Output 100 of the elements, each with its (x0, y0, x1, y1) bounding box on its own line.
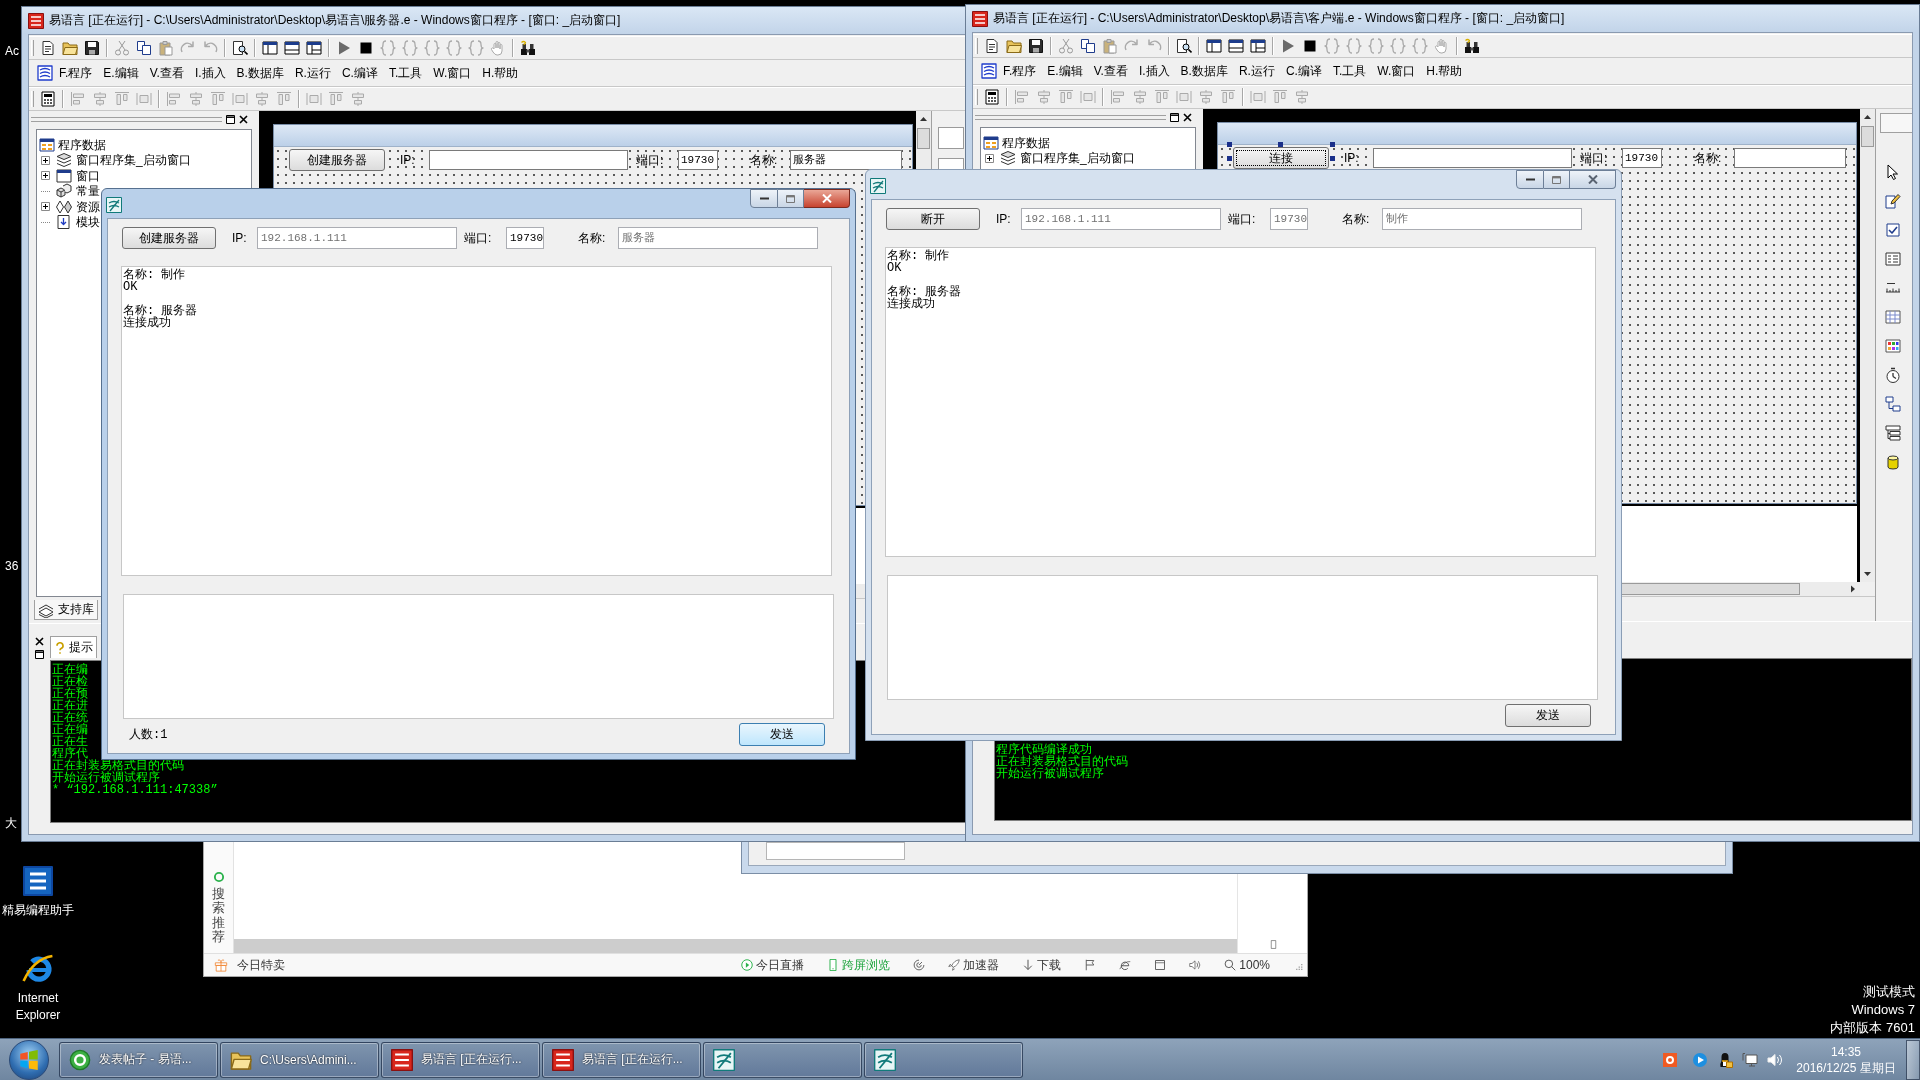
send-button[interactable]: 发送 (1505, 704, 1591, 727)
tree-item[interactable]: 程序数据 (58, 137, 106, 152)
flag-icon[interactable] (1084, 959, 1097, 971)
align-left-icon[interactable] (1014, 89, 1030, 105)
taskbar-item[interactable] (703, 1041, 862, 1078)
braces-icon[interactable] (1324, 38, 1340, 54)
align-top-icon[interactable] (1220, 89, 1236, 105)
text-field[interactable] (429, 150, 628, 170)
menu-item[interactable]: B.数据库 (236, 64, 284, 82)
form-button[interactable]: 连接 (1233, 147, 1329, 169)
layers-icon[interactable] (1000, 150, 1016, 167)
braces-icon[interactable] (402, 40, 418, 56)
message-field[interactable] (887, 575, 1598, 700)
braces-icon[interactable] (1346, 38, 1362, 54)
taskbar-item[interactable] (864, 1041, 1023, 1078)
binoculars-icon[interactable] (520, 40, 536, 56)
braces-icon[interactable] (424, 40, 440, 56)
hand-icon[interactable] (490, 40, 506, 56)
align-center-icon[interactable] (254, 91, 270, 107)
table-icon[interactable] (39, 136, 55, 153)
show-desktop-button[interactable] (1906, 1039, 1920, 1080)
text-field[interactable]: 服务器 (790, 150, 902, 170)
align-left-icon[interactable] (70, 91, 86, 107)
text-field[interactable]: 19730 (1622, 148, 1662, 168)
menu-item[interactable]: F.程序 (59, 64, 93, 82)
layout-icon[interactable] (262, 40, 278, 56)
plus-box-icon[interactable] (41, 202, 50, 212)
align-center-icon[interactable] (1294, 89, 1310, 105)
align-center-icon[interactable] (188, 91, 204, 107)
scissors-icon[interactable] (1058, 38, 1074, 54)
spacing-icon[interactable] (1250, 89, 1266, 105)
ring-icon[interactable] (212, 871, 225, 883)
restore-icon[interactable] (35, 650, 44, 659)
tree-list-icon[interactable] (1885, 425, 1901, 441)
text-field[interactable] (1373, 148, 1572, 168)
braces-icon[interactable] (1368, 38, 1384, 54)
horizontal-scrollbar[interactable] (234, 939, 1237, 953)
monitor-icon[interactable] (1742, 1051, 1758, 1068)
menu-item[interactable]: W.窗口 (433, 64, 472, 82)
taskbar-item[interactable]: 发表帖子 - 易语... (59, 1041, 218, 1078)
plus-box-icon[interactable] (41, 171, 50, 181)
menu-item[interactable]: B.数据库 (1180, 62, 1228, 80)
binoculars-icon[interactable] (1464, 38, 1480, 54)
start-button[interactable] (9, 1039, 49, 1080)
magnifier-page-icon[interactable] (1176, 38, 1192, 54)
list-icon[interactable] (1885, 251, 1901, 267)
save-icon[interactable] (1028, 38, 1044, 54)
close-button[interactable] (804, 189, 850, 208)
log-field[interactable]: 名称: 制作 OK 名称: 服务器 连接成功 (121, 266, 832, 576)
panel-tab[interactable]: 提示 (50, 636, 97, 658)
spacing-icon[interactable] (1176, 89, 1192, 105)
table-icon[interactable] (983, 134, 999, 151)
app-logo-icon[interactable] (37, 65, 53, 81)
magnifier-page-icon[interactable] (232, 40, 248, 56)
send-button[interactable]: 发送 (739, 723, 825, 746)
spacing-icon[interactable] (1080, 89, 1096, 105)
action-button[interactable]: 创建服务器 (122, 227, 216, 249)
desktop-icon-label[interactable]: Internet Explorer (8, 990, 68, 1024)
minimize-button[interactable] (750, 189, 778, 208)
align-center-icon[interactable] (350, 91, 366, 107)
menu-item[interactable]: C.编译 (1285, 62, 1322, 80)
sidebar-label[interactable]: 搜索推荐 (212, 887, 225, 945)
layout-icon[interactable] (306, 40, 322, 56)
cursor-icon[interactable] (1885, 164, 1901, 180)
restore-icon[interactable] (1170, 112, 1179, 122)
pencil-icon[interactable] (1885, 193, 1901, 209)
braces-icon[interactable] (380, 40, 396, 56)
align-top-icon[interactable] (1058, 89, 1074, 105)
stopwatch-icon[interactable] (1885, 367, 1901, 383)
menu-item[interactable]: R.运行 (294, 64, 331, 82)
braces-icon[interactable] (468, 40, 484, 56)
desktop-label[interactable]: Ac (5, 44, 19, 58)
download-icon[interactable] (1022, 959, 1035, 971)
menu-item[interactable]: V.查看 (1093, 62, 1128, 80)
play-icon[interactable] (1280, 38, 1296, 54)
menu-item[interactable]: R.运行 (1238, 62, 1275, 80)
layers-icon[interactable] (56, 152, 72, 169)
panel-tab[interactable]: 支持库 (34, 600, 98, 620)
close-icon[interactable] (35, 637, 44, 646)
checkbox-icon[interactable] (1885, 222, 1901, 238)
plus-box-icon[interactable] (985, 153, 994, 163)
square-logo-icon[interactable] (1662, 1051, 1678, 1068)
tree-item[interactable]: 程序数据 (1002, 135, 1050, 150)
desktop-label[interactable]: 大 (5, 816, 17, 830)
play-icon[interactable] (336, 40, 352, 56)
align-left-icon[interactable] (166, 91, 182, 107)
align-top-icon[interactable] (1272, 89, 1288, 105)
grid-icon[interactable] (1885, 309, 1901, 325)
folder-icon[interactable] (1006, 38, 1022, 54)
tree-item[interactable]: 窗口程序集_启动窗口 (1020, 151, 1135, 166)
phone-icon[interactable] (827, 959, 840, 971)
close-icon[interactable] (1183, 112, 1192, 122)
log-field[interactable]: 名称: 制作 OK 名称: 服务器 连接成功 (885, 247, 1596, 557)
align-center-icon[interactable] (1132, 89, 1148, 105)
text-field[interactable] (1734, 148, 1846, 168)
resize-handle[interactable] (1227, 156, 1232, 161)
maximize-button[interactable] (778, 189, 804, 208)
speaker-icon[interactable] (1189, 959, 1202, 971)
plus-box-icon[interactable] (41, 155, 50, 165)
close-icon[interactable] (239, 114, 248, 124)
